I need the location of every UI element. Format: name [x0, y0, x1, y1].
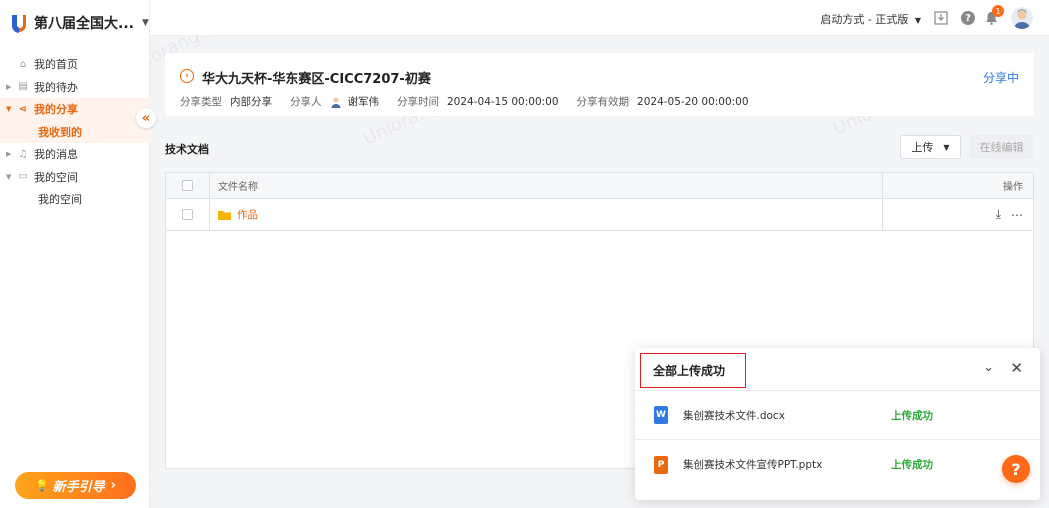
share-info-card: ‹ 华大九天杯-华东赛区-CICC7207-初赛 分享中 分享类型 内部分享 分… [165, 53, 1034, 116]
bell-icon: ♫ [18, 148, 28, 160]
upload-status: 上传成功 [891, 459, 933, 471]
notification-badge: 1 [992, 5, 1004, 17]
page-title: 华大九天杯-华东赛区-CICC7207-初赛 [202, 72, 431, 87]
sidebar-item-space[interactable]: ▼ ▭ 我的空间 [0, 166, 150, 189]
column-header-name: 文件名称 [210, 173, 883, 198]
upload-button[interactable]: 上传 ▼ [900, 135, 961, 159]
collapse-sidebar-button[interactable]: « [136, 108, 156, 128]
sidebar: 第八届全国大... ▼ ⌂ 我的首页 ▶ ▤ 我的待办 ▼ ⋖ 我的分享 我收到… [0, 0, 150, 508]
chevron-right-icon: › [110, 478, 117, 493]
sidebar-item-share[interactable]: ▼ ⋖ 我的分享 [0, 98, 150, 121]
newbie-guide-button[interactable]: 💡 新手引导 › [15, 472, 136, 499]
select-all-checkbox[interactable] [182, 180, 193, 191]
sidebar-item-label: 我的空间 [38, 193, 82, 207]
section-title: 技术文档 [165, 143, 209, 156]
sidebar-item-home[interactable]: ⌂ 我的首页 [0, 53, 150, 76]
chevron-right-icon: ▶ [6, 150, 12, 159]
sidebar-item-label: 我的空间 [34, 170, 78, 184]
share-meta: 分享类型 内部分享 分享人 谢军伟 分享时间 2024-04-15 00:00:… [180, 95, 749, 109]
chevron-right-icon: ▶ [6, 82, 12, 91]
archive-icon: ▭ [18, 171, 28, 183]
column-header-op: 操作 [1003, 182, 1023, 193]
row-checkbox[interactable] [182, 209, 193, 220]
upload-file-name: 集创赛技术文件宣传PPT.pptx [683, 459, 823, 471]
sidebar-item-label: 我收到的 [38, 125, 82, 139]
lightbulb-icon: 💡 [34, 479, 49, 492]
sidebar-item-label: 我的待办 [34, 80, 78, 94]
help-icon[interactable]: ? [960, 10, 976, 26]
upload-file-row: W 集创赛技术文件.docx 上传成功 [635, 391, 1040, 440]
upload-file-name: 集创赛技术文件.docx [683, 409, 785, 422]
sidebar-item-todo[interactable]: ▶ ▤ 我的待办 [0, 76, 150, 99]
bell-icon[interactable]: 1 [983, 5, 1004, 26]
upload-panel-title: 全部上传成功 [640, 353, 746, 388]
floating-help-button[interactable]: ? [1002, 455, 1030, 483]
brand-logo-icon [11, 15, 26, 33]
caret-down-icon: ▼ [943, 142, 950, 152]
brand-switcher[interactable]: 第八届全国大... ▼ [10, 10, 149, 36]
caret-down-icon: ▼ [141, 18, 149, 28]
brand-name: 第八届全国大... [34, 16, 134, 32]
sidebar-item-label: 我的首页 [34, 58, 78, 72]
home-icon: ⌂ [19, 58, 27, 70]
sidebar-item-received[interactable]: 我收到的 [0, 120, 150, 143]
caret-down-icon: ▼ [914, 16, 921, 25]
back-icon[interactable]: ‹ [180, 69, 194, 83]
sidebar-item-label: 我的分享 [34, 103, 78, 117]
sidebar-item-label: 我的消息 [34, 148, 78, 162]
close-icon[interactable]: ✕ [1010, 359, 1023, 377]
share-status: 分享中 [982, 71, 1019, 85]
chevron-down-icon: ▼ [6, 172, 12, 181]
table-row[interactable]: 作品 ⤓ ⋯ [166, 199, 1033, 231]
upload-file-row: P 集创赛技术文件宣传PPT.pptx 上传成功 [635, 440, 1040, 489]
download-icon[interactable]: ⤓ [996, 207, 1001, 222]
folder-icon [218, 210, 231, 220]
more-icon[interactable]: ⋯ [1011, 208, 1023, 222]
boot-mode-dropdown[interactable]: 启动方式 - 正式版 ▼ [820, 11, 921, 27]
table-header: 文件名称 操作 [166, 173, 1033, 199]
topbar: 启动方式 - 正式版 ▼ ? 1 [150, 0, 1049, 36]
word-file-icon: W [654, 406, 668, 424]
chevron-down-icon[interactable]: ⌄ [983, 360, 994, 375]
guide-label: 新手引导 [52, 480, 105, 495]
online-edit-button[interactable]: 在线编辑 [969, 135, 1034, 159]
todo-icon: ▤ [18, 81, 28, 93]
upload-status-panel: 全部上传成功 ⌄ ✕ W 集创赛技术文件.docx 上传成功 P 集创赛技术文件… [635, 348, 1040, 500]
sidebar-item-my-space[interactable]: 我的空间 [0, 188, 150, 211]
folder-name-link[interactable]: 作品 [237, 207, 258, 222]
share-icon: ⋖ [18, 103, 28, 115]
chevron-down-icon: ▼ [6, 105, 12, 114]
user-avatar-icon [331, 97, 340, 108]
avatar[interactable] [1011, 7, 1033, 29]
sidebar-item-messages[interactable]: ▶ ♫ 我的消息 [0, 143, 150, 166]
ppt-file-icon: P [654, 455, 668, 474]
upload-status: 上传成功 [891, 409, 933, 422]
sidebar-nav: ⌂ 我的首页 ▶ ▤ 我的待办 ▼ ⋖ 我的分享 我收到的 ▶ ♫ 我的消息 ▼… [0, 53, 150, 211]
download-client-icon[interactable] [933, 10, 949, 26]
